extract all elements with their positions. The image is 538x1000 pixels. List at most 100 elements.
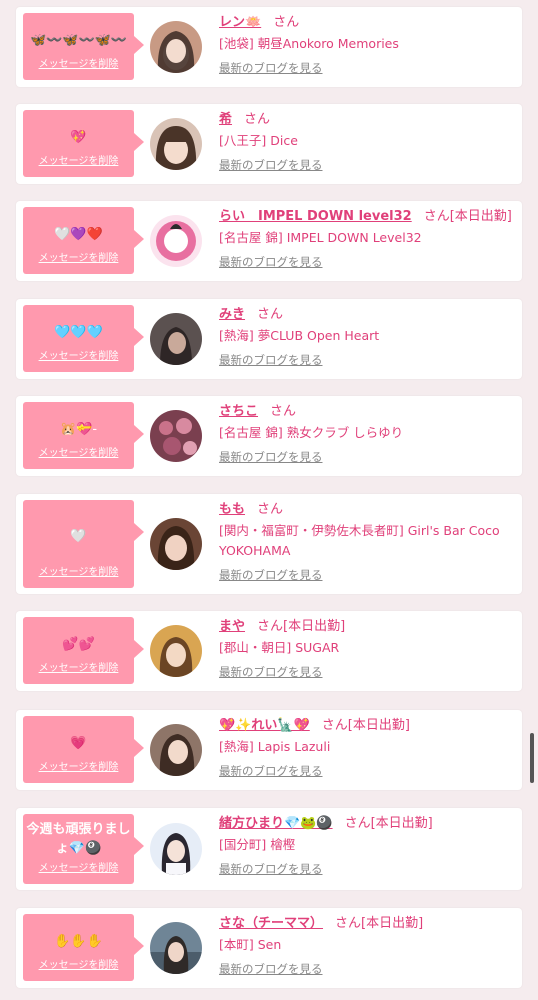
- avatar[interactable]: [150, 215, 202, 267]
- message-text: 🤍: [70, 529, 87, 544]
- message-text: 💖: [70, 130, 87, 145]
- delete-message-link[interactable]: メッセージを削除: [23, 563, 134, 578]
- message-text: 💗: [70, 736, 87, 751]
- cast-info: 希さん [八王子] Dice 最新のブログを見る: [219, 112, 516, 173]
- latest-blog-link[interactable]: 最新のブログを見る: [219, 60, 323, 76]
- message-bubble: 🤍 メッセージを削除: [23, 500, 144, 588]
- message-text: ✋✋✋: [54, 934, 103, 949]
- cast-info: さちこ さん [名古屋 錦] 熟女クラブ しらゆり 最新のブログを見る: [219, 404, 516, 465]
- today-attendance-badge: [本日出勤]: [347, 718, 410, 733]
- message-bubble: 💗 メッセージを削除: [23, 716, 144, 783]
- today-attendance-badge: [本日出勤]: [449, 209, 512, 224]
- shop-name: [八王子] Dice: [219, 133, 298, 148]
- cast-name-link[interactable]: 緒方ひまり💎🐸🎱: [219, 816, 333, 831]
- cast-name-link[interactable]: らい IMPEL DOWN level32: [219, 209, 412, 224]
- message-text: 🤍💜❤️: [54, 227, 103, 242]
- today-attendance-badge: [本日出勤]: [283, 619, 346, 634]
- list-item: 🤍💜❤️ メッセージを削除 らい IMPEL DOWN level32 さん[本日…: [16, 201, 522, 281]
- cast-name-link[interactable]: 💖✨れい🗽💖: [219, 718, 310, 733]
- cast-name-link[interactable]: さな（チーママ）: [219, 916, 323, 931]
- latest-blog-link[interactable]: 最新のブログを見る: [219, 352, 323, 368]
- latest-blog-link[interactable]: 最新のブログを見る: [219, 157, 323, 173]
- shop-name: [名古屋 錦] 熟女クラブ しらゆり: [219, 425, 404, 440]
- message-text: 💕💕: [62, 637, 95, 652]
- shop-name: [熱海] Lapis Lazuli: [219, 739, 331, 754]
- delete-message-link[interactable]: メッセージを削除: [23, 347, 134, 362]
- list-item: 💖 メッセージを削除 希さん [八王子] Dice 最新のブログを見る: [16, 104, 522, 184]
- avatar[interactable]: [150, 21, 202, 73]
- shop-name: [国分町] 檜樫: [219, 837, 296, 852]
- honorific: さん: [270, 404, 297, 419]
- delete-message-link[interactable]: メッセージを削除: [23, 152, 134, 167]
- delete-message-link[interactable]: メッセージを削除: [23, 55, 134, 70]
- list-item: 🩵🩵🩵 メッセージを削除 みき さん [熱海] 夢CLUB Open Heart …: [16, 299, 522, 379]
- message-bubble: 今週も頑張りまし ょ💎🎱 メッセージを削除: [23, 814, 144, 884]
- cast-info: もも さん [関内・福富町・伊勢佐木長者町] Girl's Bar Coco YO…: [219, 502, 516, 583]
- message-bubble: 🦋〰️🦋〰️🦋〰️ メッセージを削除: [23, 13, 144, 80]
- today-attendance-badge: [本日出勤]: [370, 816, 433, 831]
- honorific: さん: [257, 619, 284, 634]
- shop-name: [池袋] 朝昼Anokoro Memories: [219, 36, 399, 51]
- honorific: さん: [273, 15, 300, 30]
- latest-blog-link[interactable]: 最新のブログを見る: [219, 664, 323, 680]
- message-bubble: 🐹💝- メッセージを削除: [23, 402, 144, 469]
- delete-message-link[interactable]: メッセージを削除: [23, 859, 134, 874]
- message-bubble: 💕💕 メッセージを削除: [23, 617, 144, 684]
- cast-name-link[interactable]: まや: [219, 619, 245, 634]
- message-text: 🐹💝-: [59, 422, 98, 437]
- latest-blog-link[interactable]: 最新のブログを見る: [219, 763, 323, 779]
- latest-blog-link[interactable]: 最新のブログを見る: [219, 567, 323, 583]
- avatar[interactable]: [150, 118, 202, 170]
- message-text: 🩵🩵🩵: [54, 325, 103, 340]
- list-item: 🦋〰️🦋〰️🦋〰️ メッセージを削除 レン🪷 さん [池袋] 朝昼Anokoro …: [16, 7, 522, 87]
- latest-blog-link[interactable]: 最新のブログを見る: [219, 861, 323, 877]
- honorific: さん: [257, 502, 284, 517]
- cast-name-link[interactable]: みき: [219, 307, 245, 322]
- shop-name: [本町] Sen: [219, 937, 282, 952]
- cast-name-link[interactable]: レン🪷: [219, 15, 261, 30]
- cast-info: 💖✨れい🗽💖 さん[本日出勤] [熱海] Lapis Lazuli 最新のブログを…: [219, 718, 516, 779]
- avatar[interactable]: [150, 625, 202, 677]
- message-bubble: 💖 メッセージを削除: [23, 110, 144, 177]
- honorific: さん: [344, 816, 371, 831]
- delete-message-link[interactable]: メッセージを削除: [23, 249, 134, 264]
- list-item: 💗 メッセージを削除 💖✨れい🗽💖 さん[本日出勤] [熱海] Lapis Laz…: [16, 710, 522, 790]
- avatar[interactable]: [150, 823, 202, 875]
- cast-info: レン🪷 さん [池袋] 朝昼Anokoro Memories 最新のブログを見る: [219, 15, 516, 76]
- delete-message-link[interactable]: メッセージを削除: [23, 444, 134, 459]
- shop-name: [郡山・朝日] SUGAR: [219, 640, 340, 655]
- cast-name-link[interactable]: さちこ: [219, 404, 258, 419]
- latest-blog-link[interactable]: 最新のブログを見る: [219, 961, 323, 977]
- delete-message-link[interactable]: メッセージを削除: [23, 659, 134, 674]
- avatar[interactable]: [150, 724, 202, 776]
- cast-name-link[interactable]: 希: [219, 112, 232, 127]
- latest-blog-link[interactable]: 最新のブログを見る: [219, 254, 323, 270]
- cast-info: さな（チーママ） さん[本日出勤] [本町] Sen 最新のブログを見る: [219, 916, 516, 977]
- message-text: 🦋〰️🦋〰️🦋〰️: [29, 33, 128, 48]
- list-item: ✋✋✋ メッセージを削除 さな（チーママ） さん[本日出勤] [本町] Sen 最…: [16, 908, 522, 988]
- cast-name-link[interactable]: もも: [219, 502, 245, 517]
- shop-name: [関内・福富町・伊勢佐木長者町] Girl's Bar Coco YOKOHAM…: [219, 523, 500, 558]
- avatar[interactable]: [150, 313, 202, 365]
- scrollbar[interactable]: [530, 733, 534, 783]
- latest-blog-link[interactable]: 最新のブログを見る: [219, 449, 323, 465]
- list-item: 🐹💝- メッセージを削除 さちこ さん [名古屋 錦] 熟女クラブ しらゆり 最新…: [16, 396, 522, 476]
- honorific: さん: [244, 112, 271, 127]
- avatar[interactable]: [150, 410, 202, 462]
- honorific: さん: [321, 718, 348, 733]
- honorific: さん: [257, 307, 284, 322]
- cast-info: 緒方ひまり💎🐸🎱 さん[本日出勤] [国分町] 檜樫 最新のブログを見る: [219, 816, 516, 877]
- today-attendance-badge: [本日出勤]: [361, 916, 424, 931]
- cast-info: みき さん [熱海] 夢CLUB Open Heart 最新のブログを見る: [219, 307, 516, 368]
- delete-message-link[interactable]: メッセージを削除: [23, 956, 134, 971]
- honorific: さん: [335, 916, 362, 931]
- shop-name: [熱海] 夢CLUB Open Heart: [219, 328, 380, 343]
- avatar[interactable]: [150, 922, 202, 974]
- delete-message-link[interactable]: メッセージを削除: [23, 758, 134, 773]
- list-item: 🤍 メッセージを削除 もも さん [関内・福富町・伊勢佐木長者町] Girl's …: [16, 494, 522, 594]
- message-bubble: 🩵🩵🩵 メッセージを削除: [23, 305, 144, 372]
- list-item: 💕💕 メッセージを削除 まや さん[本日出勤] [郡山・朝日] SUGAR 最新の…: [16, 611, 522, 691]
- avatar[interactable]: [150, 518, 202, 570]
- message-text: 今週も頑張りまし ょ💎🎱: [26, 822, 131, 856]
- honorific: さん: [423, 209, 450, 224]
